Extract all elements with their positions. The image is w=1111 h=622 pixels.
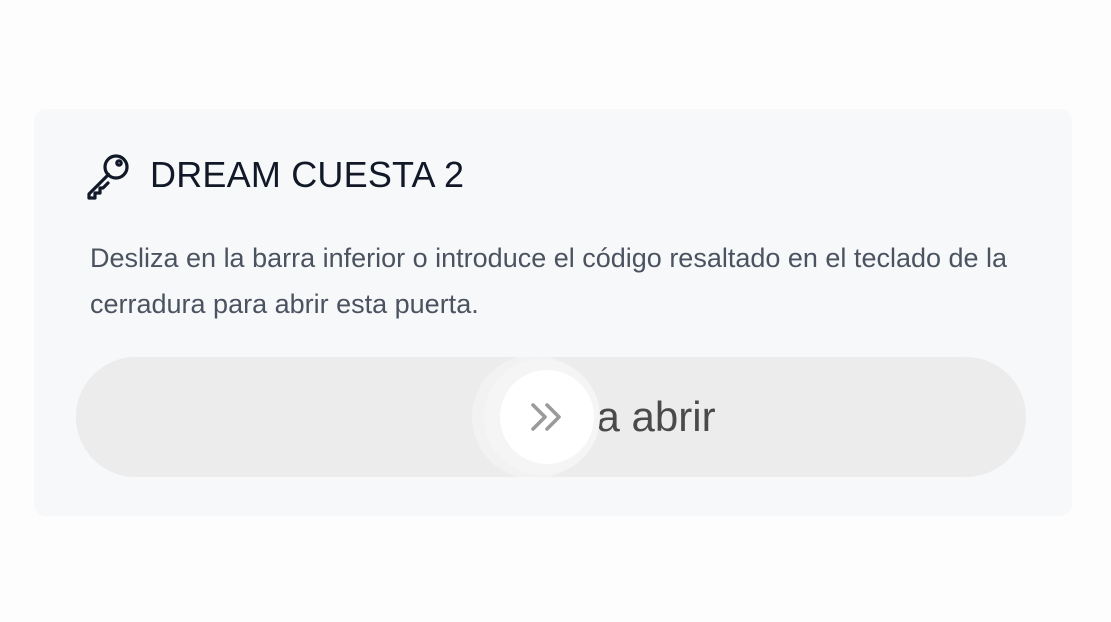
double-chevron-right-icon	[527, 400, 567, 434]
unlock-slider[interactable]: Desliza para abrir	[76, 357, 1026, 477]
door-card: DREAM CUESTA 2 Desliza en la barra infer…	[34, 109, 1072, 516]
door-header: DREAM CUESTA 2	[84, 149, 464, 201]
door-description: Desliza en la barra inferior o introduce…	[90, 243, 1008, 319]
slider-handle[interactable]	[500, 370, 594, 464]
door-title: DREAM CUESTA 2	[150, 154, 465, 195]
key-icon	[84, 150, 134, 200]
slider-handle-wrap[interactable]	[472, 357, 608, 477]
